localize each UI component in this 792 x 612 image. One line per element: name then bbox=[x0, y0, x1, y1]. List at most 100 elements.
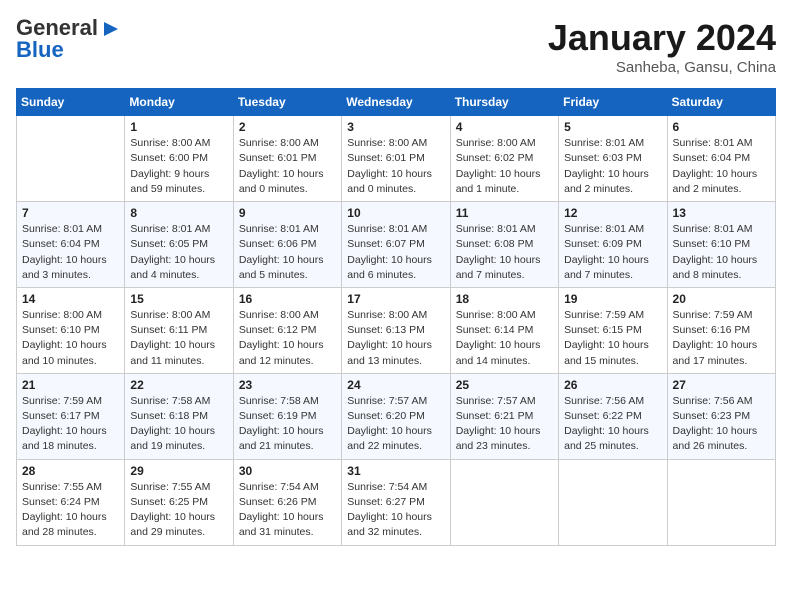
day-number: 8 bbox=[130, 206, 227, 220]
header-monday: Monday bbox=[125, 89, 233, 116]
day-info: Sunrise: 7:54 AM Sunset: 6:27 PM Dayligh… bbox=[347, 480, 444, 541]
day-cell bbox=[450, 459, 558, 545]
day-info: Sunrise: 8:00 AM Sunset: 6:01 PM Dayligh… bbox=[239, 136, 336, 197]
day-info: Sunrise: 7:55 AM Sunset: 6:24 PM Dayligh… bbox=[22, 480, 119, 541]
day-info: Sunrise: 7:57 AM Sunset: 6:21 PM Dayligh… bbox=[456, 394, 553, 455]
week-row-4: 21Sunrise: 7:59 AM Sunset: 6:17 PM Dayli… bbox=[17, 373, 776, 459]
day-cell: 9 Sunrise: 8:01 AM Sunset: 6:06 PM Daylig… bbox=[233, 202, 341, 288]
day-number: 5 bbox=[564, 120, 661, 134]
day-cell: 6 Sunrise: 8:01 AM Sunset: 6:04 PM Daylig… bbox=[667, 116, 775, 202]
day-info: Sunrise: 7:56 AM Sunset: 6:23 PM Dayligh… bbox=[673, 394, 770, 455]
day-number: 25 bbox=[456, 378, 553, 392]
day-number: 14 bbox=[22, 292, 119, 306]
day-cell: 2 Sunrise: 8:00 AM Sunset: 6:01 PM Daylig… bbox=[233, 116, 341, 202]
day-cell: 21Sunrise: 7:59 AM Sunset: 6:17 PM Dayli… bbox=[17, 373, 125, 459]
day-cell: 11 Sunrise: 8:01 AM Sunset: 6:08 PM Dayli… bbox=[450, 202, 558, 288]
day-number: 13 bbox=[673, 206, 770, 220]
day-info: Sunrise: 8:00 AM Sunset: 6:14 PM Dayligh… bbox=[456, 308, 553, 369]
day-number: 29 bbox=[130, 464, 227, 478]
day-number: 12 bbox=[564, 206, 661, 220]
day-cell: 12 Sunrise: 8:01 AM Sunset: 6:09 PM Dayli… bbox=[559, 202, 667, 288]
day-cell: 8Sunrise: 8:01 AM Sunset: 6:05 PM Daylig… bbox=[125, 202, 233, 288]
day-number: 26 bbox=[564, 378, 661, 392]
day-number: 17 bbox=[347, 292, 444, 306]
logo-blue: Blue bbox=[16, 38, 64, 62]
day-number: 21 bbox=[22, 378, 119, 392]
day-info: Sunrise: 7:56 AM Sunset: 6:22 PM Dayligh… bbox=[564, 394, 661, 455]
header-thursday: Thursday bbox=[450, 89, 558, 116]
day-info: Sunrise: 8:01 AM Sunset: 6:08 PM Dayligh… bbox=[456, 222, 553, 283]
week-row-5: 28 Sunrise: 7:55 AM Sunset: 6:24 PM Dayli… bbox=[17, 459, 776, 545]
day-info: Sunrise: 8:00 AM Sunset: 6:10 PM Dayligh… bbox=[22, 308, 119, 369]
day-cell: 17 Sunrise: 8:00 AM Sunset: 6:13 PM Dayli… bbox=[342, 287, 450, 373]
day-cell: 25 Sunrise: 7:57 AM Sunset: 6:21 PM Dayli… bbox=[450, 373, 558, 459]
day-cell: 22 Sunrise: 7:58 AM Sunset: 6:18 PM Dayli… bbox=[125, 373, 233, 459]
header-tuesday: Tuesday bbox=[233, 89, 341, 116]
header-saturday: Saturday bbox=[667, 89, 775, 116]
day-number: 16 bbox=[239, 292, 336, 306]
logo-icon bbox=[100, 18, 122, 40]
day-cell bbox=[559, 459, 667, 545]
title-area: January 2024 Sanheba, Gansu, China bbox=[548, 16, 776, 76]
day-info: Sunrise: 7:59 AM Sunset: 6:16 PM Dayligh… bbox=[673, 308, 770, 369]
header-row: SundayMondayTuesdayWednesdayThursdayFrid… bbox=[17, 89, 776, 116]
day-number: 2 bbox=[239, 120, 336, 134]
day-cell bbox=[667, 459, 775, 545]
week-row-1: 1Sunrise: 8:00 AM Sunset: 6:00 PM Daylig… bbox=[17, 116, 776, 202]
day-info: Sunrise: 8:01 AM Sunset: 6:06 PM Dayligh… bbox=[239, 222, 336, 283]
day-number: 27 bbox=[673, 378, 770, 392]
day-cell: 31 Sunrise: 7:54 AM Sunset: 6:27 PM Dayli… bbox=[342, 459, 450, 545]
header-friday: Friday bbox=[559, 89, 667, 116]
day-cell: 24Sunrise: 7:57 AM Sunset: 6:20 PM Dayli… bbox=[342, 373, 450, 459]
day-cell: 3 Sunrise: 8:00 AM Sunset: 6:01 PM Daylig… bbox=[342, 116, 450, 202]
day-number: 6 bbox=[673, 120, 770, 134]
day-number: 10 bbox=[347, 206, 444, 220]
day-info: Sunrise: 8:00 AM Sunset: 6:01 PM Dayligh… bbox=[347, 136, 444, 197]
day-cell: 10 Sunrise: 8:01 AM Sunset: 6:07 PM Dayli… bbox=[342, 202, 450, 288]
day-number: 19 bbox=[564, 292, 661, 306]
day-cell bbox=[17, 116, 125, 202]
day-info: Sunrise: 8:01 AM Sunset: 6:10 PM Dayligh… bbox=[673, 222, 770, 283]
day-cell: 28 Sunrise: 7:55 AM Sunset: 6:24 PM Dayli… bbox=[17, 459, 125, 545]
day-number: 1 bbox=[130, 120, 227, 134]
day-cell: 7Sunrise: 8:01 AM Sunset: 6:04 PM Daylig… bbox=[17, 202, 125, 288]
day-info: Sunrise: 7:58 AM Sunset: 6:19 PM Dayligh… bbox=[239, 394, 336, 455]
day-number: 28 bbox=[22, 464, 119, 478]
day-info: Sunrise: 7:58 AM Sunset: 6:18 PM Dayligh… bbox=[130, 394, 227, 455]
day-number: 3 bbox=[347, 120, 444, 134]
day-info: Sunrise: 8:01 AM Sunset: 6:04 PM Dayligh… bbox=[22, 222, 119, 283]
day-number: 9 bbox=[239, 206, 336, 220]
month-title: January 2024 bbox=[548, 16, 776, 59]
day-number: 31 bbox=[347, 464, 444, 478]
day-info: Sunrise: 8:00 AM Sunset: 6:13 PM Dayligh… bbox=[347, 308, 444, 369]
day-info: Sunrise: 8:01 AM Sunset: 6:03 PM Dayligh… bbox=[564, 136, 661, 197]
day-number: 11 bbox=[456, 206, 553, 220]
day-cell: 15Sunrise: 8:00 AM Sunset: 6:11 PM Dayli… bbox=[125, 287, 233, 373]
location-subtitle: Sanheba, Gansu, China bbox=[548, 59, 776, 76]
day-cell: 26 Sunrise: 7:56 AM Sunset: 6:22 PM Dayli… bbox=[559, 373, 667, 459]
day-cell: 1Sunrise: 8:00 AM Sunset: 6:00 PM Daylig… bbox=[125, 116, 233, 202]
day-cell: 30 Sunrise: 7:54 AM Sunset: 6:26 PM Dayli… bbox=[233, 459, 341, 545]
logo: General Blue bbox=[16, 16, 122, 62]
day-cell: 19Sunrise: 7:59 AM Sunset: 6:15 PM Dayli… bbox=[559, 287, 667, 373]
day-info: Sunrise: 8:01 AM Sunset: 6:09 PM Dayligh… bbox=[564, 222, 661, 283]
day-cell: 16Sunrise: 8:00 AM Sunset: 6:12 PM Dayli… bbox=[233, 287, 341, 373]
day-cell: 18Sunrise: 8:00 AM Sunset: 6:14 PM Dayli… bbox=[450, 287, 558, 373]
day-info: Sunrise: 8:00 AM Sunset: 6:11 PM Dayligh… bbox=[130, 308, 227, 369]
day-info: Sunrise: 7:54 AM Sunset: 6:26 PM Dayligh… bbox=[239, 480, 336, 541]
day-number: 30 bbox=[239, 464, 336, 478]
page-header: General Blue January 2024 Sanheba, Gansu… bbox=[16, 16, 776, 76]
day-info: Sunrise: 8:01 AM Sunset: 6:07 PM Dayligh… bbox=[347, 222, 444, 283]
header-sunday: Sunday bbox=[17, 89, 125, 116]
day-number: 4 bbox=[456, 120, 553, 134]
day-cell: 20Sunrise: 7:59 AM Sunset: 6:16 PM Dayli… bbox=[667, 287, 775, 373]
week-row-3: 14 Sunrise: 8:00 AM Sunset: 6:10 PM Dayli… bbox=[17, 287, 776, 373]
day-cell: 5 Sunrise: 8:01 AM Sunset: 6:03 PM Daylig… bbox=[559, 116, 667, 202]
day-number: 23 bbox=[239, 378, 336, 392]
day-cell: 27 Sunrise: 7:56 AM Sunset: 6:23 PM Dayli… bbox=[667, 373, 775, 459]
day-info: Sunrise: 8:00 AM Sunset: 6:02 PM Dayligh… bbox=[456, 136, 553, 197]
day-cell: 29Sunrise: 7:55 AM Sunset: 6:25 PM Dayli… bbox=[125, 459, 233, 545]
day-info: Sunrise: 8:01 AM Sunset: 6:04 PM Dayligh… bbox=[673, 136, 770, 197]
day-number: 22 bbox=[130, 378, 227, 392]
day-cell: 4 Sunrise: 8:00 AM Sunset: 6:02 PM Daylig… bbox=[450, 116, 558, 202]
